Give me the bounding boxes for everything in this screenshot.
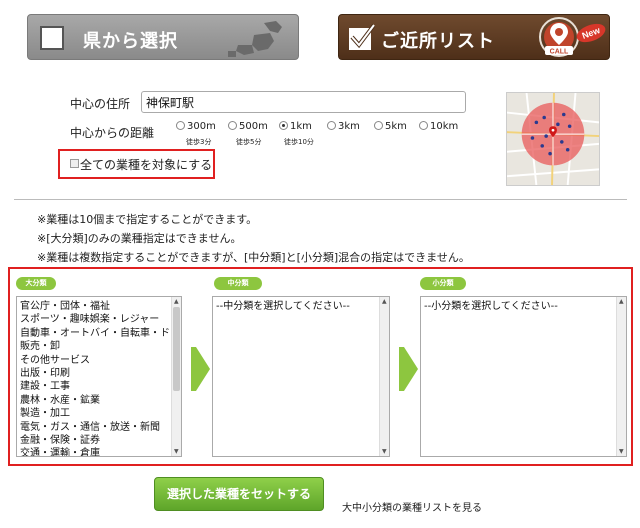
distance-label: 中心からの距離: [70, 126, 155, 140]
all-categories-checkbox[interactable]: 全ての業種を対象にする: [58, 149, 215, 179]
large-category-option[interactable]: 出版・印刷: [20, 367, 181, 380]
medium-list-scrollbar[interactable]: ▲ ▼: [379, 297, 389, 456]
large-category-option[interactable]: 製造・加工: [20, 407, 181, 420]
large-category-option[interactable]: 農林・水産・鉱業: [20, 394, 181, 407]
address-label: 中心の住所: [70, 97, 131, 111]
scroll-down-icon[interactable]: ▼: [382, 448, 387, 455]
large-category-title: 大分類: [16, 277, 56, 290]
walk-time-300m: 徒歩3分: [186, 138, 212, 146]
section-divider: [14, 199, 627, 200]
small-category-placeholder: --小分類を選択してください--: [424, 301, 558, 312]
checkbox-icon: [40, 26, 64, 50]
radio-3km[interactable]: [327, 121, 336, 130]
medium-category-list[interactable]: --中分類を選択してください-- ▲ ▼: [212, 296, 390, 457]
checkbox[interactable]: [70, 159, 79, 168]
category-selector: 大分類 中分類 小分類 官公庁・団体・福祉 スポーツ・趣味娯楽・レジャー 自動車・オ…: [8, 267, 633, 466]
radio-500m[interactable]: [228, 121, 237, 130]
nearby-list-button[interactable]: ご近所リスト CALL New: [338, 14, 610, 60]
radio-1km[interactable]: [279, 121, 288, 130]
large-category-option[interactable]: その他サービス: [20, 354, 181, 367]
large-category-option[interactable]: 官公庁・団体・福祉: [20, 300, 181, 313]
large-category-option[interactable]: 交通・運輸・倉庫: [20, 447, 181, 456]
large-category-option[interactable]: 金融・保険・証券: [20, 434, 181, 447]
distance-option-300m[interactable]: 300m: [176, 121, 216, 132]
prefecture-select-label: 県から選択: [83, 31, 178, 52]
set-categories-button[interactable]: 選択した業種をセットする: [154, 477, 324, 511]
scroll-up-icon[interactable]: ▲: [619, 298, 624, 305]
walk-time-500m: 徒歩5分: [236, 138, 262, 146]
medium-category-placeholder: --中分類を選択してください--: [216, 301, 350, 312]
area-map[interactable]: [506, 92, 600, 186]
prefecture-select-button[interactable]: 県から選択: [27, 14, 299, 60]
pin-label: CALL: [550, 49, 569, 56]
large-category-option[interactable]: 販売・卸: [20, 340, 181, 353]
small-category-list[interactable]: --小分類を選択してください-- ▲ ▼: [420, 296, 627, 457]
all-categories-label: 全ての業種を対象にする: [80, 158, 213, 172]
distance-option-1km[interactable]: 1km: [279, 121, 312, 132]
arrow-right-icon: [196, 347, 210, 391]
note-no-mixing: ※業種は複数指定することができますが、[中分類]と[小分類]混合の指定はできませ…: [37, 251, 470, 264]
note-large-only: ※[大分類]のみの業種指定はできません。: [37, 232, 242, 245]
distance-option-10km[interactable]: 10km: [419, 121, 458, 132]
scroll-thumb[interactable]: [173, 307, 180, 391]
scroll-up-icon[interactable]: ▲: [382, 298, 387, 305]
radio-300m[interactable]: [176, 121, 185, 130]
checkmark-icon: [349, 24, 375, 50]
large-category-option[interactable]: 自動車・オートバイ・自転車・ドライブ: [20, 327, 181, 340]
small-category-title: 小分類: [420, 277, 466, 290]
address-input[interactable]: [141, 91, 466, 113]
small-list-scrollbar[interactable]: ▲ ▼: [616, 297, 626, 456]
note-max-categories: ※業種は10個まで指定することができます。: [37, 213, 258, 226]
radio-10km[interactable]: [419, 121, 428, 130]
scroll-down-icon[interactable]: ▼: [619, 448, 624, 455]
walk-time-1km: 徒歩10分: [284, 138, 314, 146]
scroll-up-icon[interactable]: ▲: [174, 298, 179, 305]
category-list-link[interactable]: 大中小分類の業種リストを見る: [342, 499, 482, 514]
distance-option-500m[interactable]: 500m: [228, 121, 268, 132]
japan-map-icon: [228, 21, 282, 57]
radio-5km[interactable]: [374, 121, 383, 130]
large-category-items: 官公庁・団体・福祉 スポーツ・趣味娯楽・レジャー 自動車・オートバイ・自転車・ドライ…: [20, 300, 181, 456]
arrow-right-icon: [404, 347, 418, 391]
large-category-option[interactable]: 電気・ガス・通信・放送・新聞: [20, 421, 181, 434]
distance-option-3km[interactable]: 3km: [327, 121, 360, 132]
large-category-option[interactable]: スポーツ・趣味娯楽・レジャー: [20, 313, 181, 326]
location-pin-icon: CALL New: [539, 17, 606, 57]
nearby-list-label: ご近所リスト: [381, 31, 495, 52]
large-category-option[interactable]: 建設・工事: [20, 380, 181, 393]
medium-category-title: 中分類: [214, 277, 262, 290]
large-list-scrollbar[interactable]: ▲ ▼: [171, 297, 181, 456]
distance-option-5km[interactable]: 5km: [374, 121, 407, 132]
scroll-down-icon[interactable]: ▼: [174, 448, 179, 455]
large-category-list[interactable]: 官公庁・団体・福祉 スポーツ・趣味娯楽・レジャー 自動車・オートバイ・自転車・ドライ…: [16, 296, 182, 457]
